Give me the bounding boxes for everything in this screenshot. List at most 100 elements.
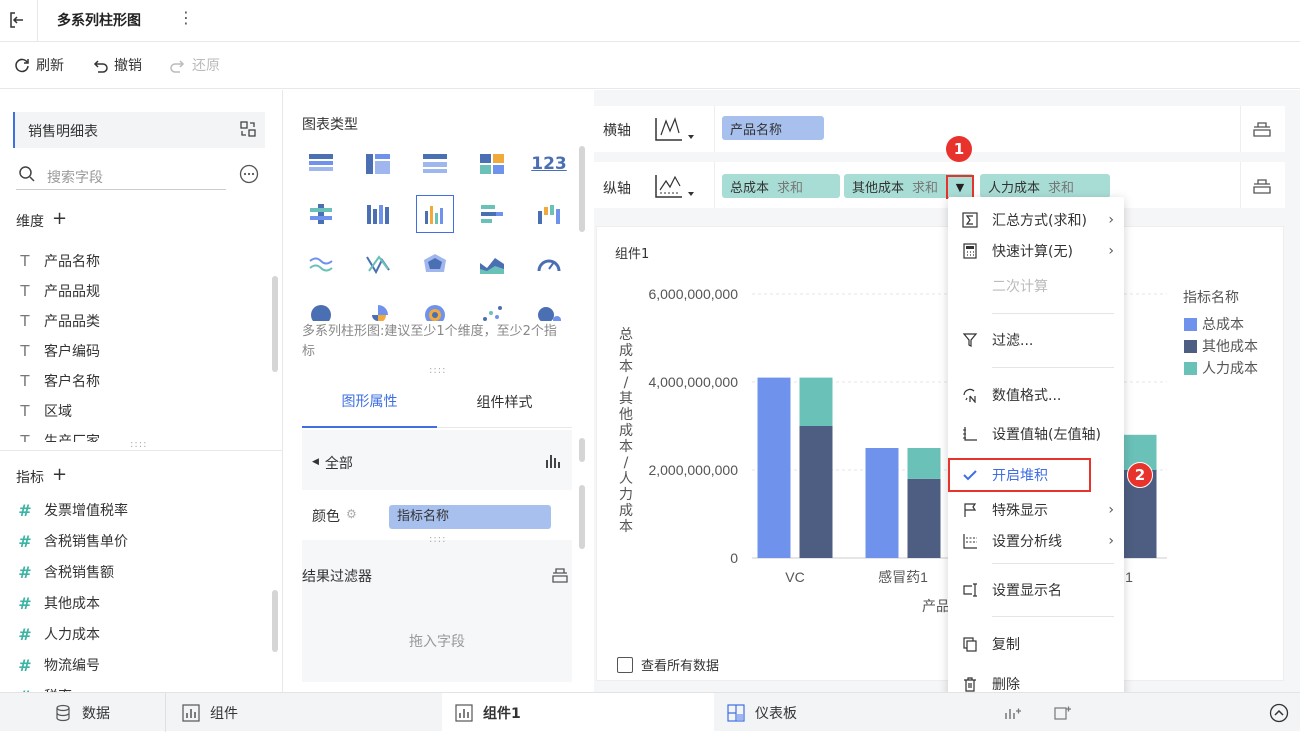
menu-item-special-display[interactable]: 特殊显示 › (948, 495, 1124, 525)
tab-component-style[interactable]: 组件样式 (437, 376, 572, 428)
y-axis-type-icon[interactable] (653, 172, 697, 200)
waterfall-chart-icon[interactable] (530, 195, 568, 233)
measure-item[interactable]: # 发票增值税率 (16, 495, 128, 525)
scrollbar[interactable] (579, 485, 585, 549)
dimension-item[interactable]: T 产品品规 (16, 276, 100, 306)
legend-swatch (1184, 340, 1197, 353)
settings-gear-icon[interactable]: ⚙ (346, 507, 357, 521)
resize-handle[interactable]: :::: (130, 439, 147, 450)
exit-icon[interactable] (6, 8, 30, 32)
line-chart-icon[interactable] (302, 245, 340, 283)
all-section-toggle[interactable]: ◀ 全部 (312, 453, 353, 473)
number-chart-icon[interactable]: 123 (530, 145, 568, 183)
dimension-item[interactable]: T 客户编码 (16, 336, 100, 366)
multi-series-column-icon[interactable] (416, 195, 454, 233)
number-field-icon: # (18, 624, 32, 644)
measure-item[interactable]: # 物流编号 (16, 650, 100, 680)
dimension-item[interactable]: T 生产厂家 (16, 426, 100, 442)
menu-item-display-name[interactable]: 设置显示名 (948, 575, 1124, 605)
menu-item-aggregation[interactable]: 汇总方式(求和) › (948, 205, 1124, 235)
grouped-table-icon[interactable] (302, 195, 340, 233)
measure-item[interactable]: # 含税销售额 (16, 557, 114, 587)
sunburst-chart-icon[interactable] (416, 295, 454, 321)
menu-item-label: 设置值轴(左值轴) (992, 427, 1101, 443)
filter-drop-zone[interactable]: 拖入字段 (302, 600, 572, 682)
scrollbar[interactable] (579, 146, 585, 232)
area-chart-icon[interactable] (473, 245, 511, 283)
color-field-pill[interactable]: 指标名称 (389, 505, 551, 529)
tab-graph-properties[interactable]: 图形属性 (302, 376, 437, 428)
dimension-list: T 产品名称 T 产品品规 T 产品品类 T 客户编码 T 客户名称 T 区域 T 生产厂家 (0, 246, 270, 442)
tab-dashboard[interactable]: 仪表板 (727, 693, 797, 732)
undo-button[interactable]: 撤销 (91, 55, 142, 75)
field-dropdown-button[interactable]: ▼ (946, 175, 974, 199)
menu-item-analysis-line[interactable]: 设置分析线 › (948, 526, 1124, 556)
add-dimension-icon[interactable]: + (52, 210, 67, 231)
dimension-item[interactable]: T 客户名称 (16, 366, 100, 396)
more-options-icon[interactable] (239, 164, 259, 184)
add-component-icon[interactable] (1004, 705, 1022, 721)
measure-item[interactable]: # 人力成本 (16, 619, 100, 649)
collapse-up-icon[interactable] (1269, 703, 1289, 723)
y-field-pill[interactable]: 人力成本 求和 (980, 174, 1110, 198)
menu-item-quick-calc[interactable]: 快速计算(无) › (948, 236, 1124, 266)
x-field-pill[interactable]: 产品名称 (722, 116, 824, 140)
multi-series-column-chart: 6,000,000,000 4,000,000,000 2,000,000,000 0… (619, 286, 1258, 615)
kpi-card-icon[interactable] (473, 145, 511, 183)
table-selector[interactable]: 销售明细表 (13, 112, 265, 148)
measure-item[interactable]: # 其他成本 (16, 588, 100, 618)
table-chart-icon[interactable] (302, 145, 340, 183)
filter-settings-icon[interactable] (551, 566, 569, 584)
y-field-agg: 求和 (912, 180, 939, 196)
resize-handle[interactable]: :::: (429, 365, 446, 376)
gauge-chart-icon[interactable] (530, 245, 568, 283)
menu-item-value-axis[interactable]: 设置值轴(左值轴) (948, 419, 1124, 449)
pie-chart-icon[interactable] (302, 295, 340, 321)
dimension-item[interactable]: T 产品品类 (16, 306, 100, 336)
menu-item-number-format[interactable]: 数值格式... (948, 380, 1124, 410)
search-box[interactable]: 搜索字段 (16, 162, 226, 190)
x-axis-settings-icon[interactable] (1252, 120, 1272, 138)
chart-type-grid: 123 (302, 145, 572, 321)
more-icon[interactable]: ⋮ (178, 8, 194, 27)
x-axis-type-icon[interactable] (653, 115, 697, 143)
measure-item[interactable]: #税率 (16, 681, 72, 693)
redo-button[interactable]: 还原 (169, 55, 220, 75)
refresh-button[interactable]: 刷新 (13, 55, 64, 75)
radar-line-icon[interactable] (359, 245, 397, 283)
menu-item-enable-stack[interactable]: 开启堆积 (948, 460, 1124, 490)
scrollbar[interactable] (272, 590, 278, 652)
tab-component1[interactable]: 组件1 (455, 693, 521, 732)
add-dashboard-icon[interactable] (1054, 705, 1072, 721)
measure-item[interactable]: # 含税销售单价 (16, 526, 128, 556)
stacked-column-icon[interactable] (359, 195, 397, 233)
y-axis-settings-icon[interactable] (1252, 177, 1272, 195)
bar-chart-icon[interactable] (473, 195, 511, 233)
view-all-data-toggle[interactable]: 查看所有数据 (617, 655, 719, 674)
scatter-chart-icon[interactable] (473, 295, 511, 321)
menu-item-filter[interactable]: 过滤... (948, 325, 1124, 355)
chart-type-small-icon[interactable] (545, 452, 563, 470)
bubble-chart-icon[interactable] (530, 295, 568, 321)
switch-table-icon[interactable] (239, 120, 257, 138)
dimension-item[interactable]: T 产品名称 (16, 246, 100, 276)
resize-handle[interactable]: :::: (429, 534, 446, 545)
radar-chart-icon[interactable] (416, 245, 454, 283)
tab-data[interactable]: 数据 (54, 693, 110, 732)
toolbar: 刷新 撤销 还原 (0, 43, 1300, 89)
scrollbar[interactable] (579, 438, 585, 462)
detail-table-icon[interactable] (416, 145, 454, 183)
search-input[interactable]: 搜索字段 (47, 167, 103, 187)
tab-component[interactable]: 组件 (182, 693, 238, 732)
rose-chart-icon[interactable] (359, 295, 397, 321)
result-filter-title: 结果过滤器 (302, 569, 372, 585)
add-measure-icon[interactable]: + (52, 466, 67, 487)
y-axis-label: 纵轴 (603, 181, 631, 197)
scrollbar[interactable] (272, 276, 278, 372)
x-tick-label: 1 (1125, 569, 1133, 585)
y-field-pill[interactable]: 总成本 求和 (722, 174, 840, 198)
menu-item-copy[interactable]: 复制 (948, 629, 1124, 659)
checkbox[interactable] (617, 656, 633, 673)
dimension-item[interactable]: T 区域 (16, 396, 72, 426)
cross-table-icon[interactable] (359, 145, 397, 183)
